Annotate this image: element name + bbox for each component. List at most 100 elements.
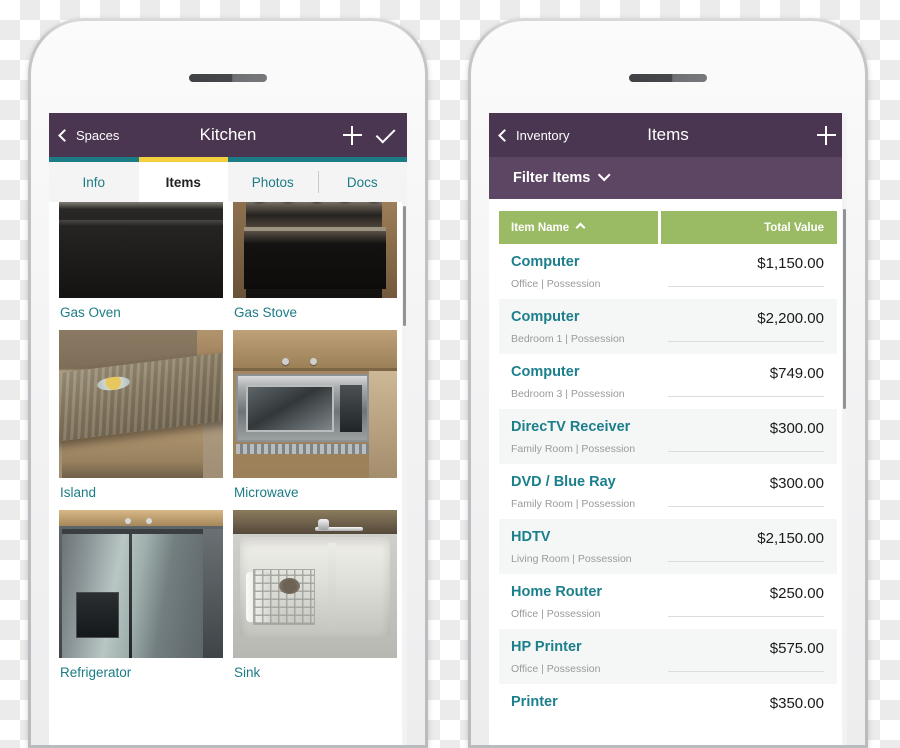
row-info: Computer Office | Possession: [511, 253, 668, 290]
items-photo-grid-scroll[interactable]: Gas Oven Gas Stove Island Microwave Refr…: [49, 202, 407, 745]
item-name: Computer: [511, 309, 580, 325]
table-row[interactable]: Printer $350.00: [499, 684, 837, 739]
column-header-total-value[interactable]: Total Value: [660, 211, 837, 244]
phone-left-body: Spaces Kitchen Info Items Photos Docs Ga…: [31, 21, 425, 745]
item-value: $749.00: [769, 365, 824, 382]
right-scroll-track[interactable]: [842, 113, 847, 745]
back-to-inventory-button[interactable]: Inventory: [498, 127, 570, 143]
oven-lip: [59, 219, 223, 227]
item-location: Family Room | Possession: [511, 443, 636, 456]
door-split: [128, 534, 132, 658]
item-value: $300.00: [769, 475, 824, 492]
item-name: Computer: [511, 364, 580, 380]
grid-item-label: Refrigerator: [60, 665, 132, 680]
gas-stove-photo[interactable]: [233, 202, 397, 298]
ice-water-dispenser: [76, 592, 119, 639]
refrigerator-photo[interactable]: [59, 510, 223, 658]
row-divider: [667, 341, 824, 342]
right-navbar: Inventory Items: [489, 113, 847, 157]
row-value-wrap: $300.00: [667, 473, 824, 507]
oven-door: [244, 226, 386, 290]
row-divider: [667, 396, 824, 397]
column-header-total-value-label: Total Value: [764, 221, 824, 234]
item-value: $575.00: [769, 640, 824, 657]
earpiece-speaker: [629, 74, 707, 82]
gas-oven-photo[interactable]: [59, 202, 223, 298]
left-navbar: Spaces Kitchen: [49, 113, 407, 157]
back-label: Spaces: [76, 127, 120, 143]
row-divider: [667, 286, 824, 287]
items-table-body: Computer Office | Possession $1,150.00 C…: [499, 244, 837, 739]
back-to-spaces-button[interactable]: Spaces: [58, 127, 120, 143]
tab-docs-label: Docs: [346, 174, 378, 190]
row-info: Computer Bedroom 3 | Possession: [511, 363, 668, 400]
fridge-doors: [62, 529, 204, 658]
tab-info-label: Info: [82, 174, 106, 190]
grid-item-label: Gas Stove: [234, 305, 298, 320]
items-photo-grid: Gas Oven Gas Stove Island Microwave Refr…: [49, 202, 407, 690]
microwave-door-glass: [245, 385, 334, 432]
row-info: Computer Bedroom 1 | Possession: [511, 308, 668, 345]
left-scrollbar-thumb[interactable]: [403, 206, 406, 326]
item-value: $2,150.00: [757, 530, 824, 547]
microwave-body: [236, 374, 370, 443]
table-row[interactable]: DirecTV Receiver Family Room | Possessio…: [499, 409, 837, 464]
item-location: Living Room | Possession: [511, 553, 632, 566]
item-location: Bedroom 3 | Possession: [511, 388, 625, 401]
island-photo[interactable]: [59, 330, 223, 478]
row-divider: [667, 671, 824, 672]
chevron-down-icon[interactable]: [598, 168, 611, 181]
table-row[interactable]: Computer Bedroom 3 | Possession $749.00: [499, 354, 837, 409]
right-scrollbar-thumb[interactable]: [843, 209, 846, 409]
table-row[interactable]: Computer Office | Possession $1,150.00: [499, 244, 837, 299]
microwave-control-panel: [340, 385, 362, 432]
back-label: Inventory: [516, 127, 570, 143]
item-name: DVD / Blue Ray: [511, 474, 616, 490]
grid-item-sink[interactable]: Sink: [233, 510, 397, 682]
sink-photo[interactable]: [233, 510, 397, 658]
drying-rack: [252, 569, 315, 626]
check-icon[interactable]: [375, 123, 396, 144]
tab-photos-label: Photos: [251, 174, 294, 190]
grid-item-gas-stove[interactable]: Gas Stove: [233, 202, 397, 322]
item-name: Computer: [511, 254, 580, 270]
phone-right-screen: Inventory Items Filter Items Item Name T…: [489, 113, 847, 745]
row-value-wrap: $2,150.00: [667, 528, 824, 562]
item-name: HP Printer: [511, 639, 582, 655]
filter-items-bar[interactable]: Filter Items: [489, 157, 847, 199]
table-row[interactable]: HP Printer Office | Possession $575.00: [499, 629, 837, 684]
microwave-vent: [236, 443, 370, 455]
grid-item-gas-oven[interactable]: Gas Oven: [59, 202, 223, 322]
item-value: $250.00: [769, 585, 824, 602]
plus-icon[interactable]: [343, 125, 362, 145]
left-navbar-actions: [343, 123, 396, 145]
column-header-item-name-label: Item Name: [511, 221, 570, 234]
basin-divider: [328, 542, 337, 632]
table-row[interactable]: HDTV Living Room | Possession $2,150.00: [499, 519, 837, 574]
items-table-header: Item Name Total Value: [499, 211, 837, 244]
table-row[interactable]: Computer Bedroom 1 | Possession $2,200.0…: [499, 299, 837, 354]
row-value-wrap: $749.00: [667, 363, 824, 397]
grid-item-microwave[interactable]: Microwave: [233, 330, 397, 502]
item-location: Office | Possession: [511, 278, 601, 291]
faucet-icon: [315, 518, 371, 543]
plus-icon[interactable]: [817, 125, 836, 145]
earpiece-speaker: [189, 74, 267, 82]
table-row[interactable]: Home Router Office | Possession $250.00: [499, 574, 837, 629]
microwave-photo[interactable]: [233, 330, 397, 478]
row-info: DirecTV Receiver Family Room | Possessio…: [511, 418, 668, 455]
grid-item-island[interactable]: Island: [59, 330, 223, 502]
right-navbar-actions: [817, 125, 836, 145]
upper-cabinets: [233, 330, 397, 372]
item-value: $350.00: [769, 695, 824, 712]
column-header-item-name[interactable]: Item Name: [499, 211, 658, 244]
grid-item-refrigerator[interactable]: Refrigerator: [59, 510, 223, 682]
row-divider: [667, 506, 824, 507]
row-divider: [667, 451, 824, 452]
grid-item-label: Sink: [234, 665, 261, 680]
room-side: [203, 529, 223, 658]
item-value: $1,150.00: [757, 255, 824, 272]
phone-right-body: Inventory Items Filter Items Item Name T…: [471, 21, 865, 745]
row-value-wrap: $2,200.00: [667, 308, 824, 342]
table-row[interactable]: DVD / Blue Ray Family Room | Possession …: [499, 464, 837, 519]
